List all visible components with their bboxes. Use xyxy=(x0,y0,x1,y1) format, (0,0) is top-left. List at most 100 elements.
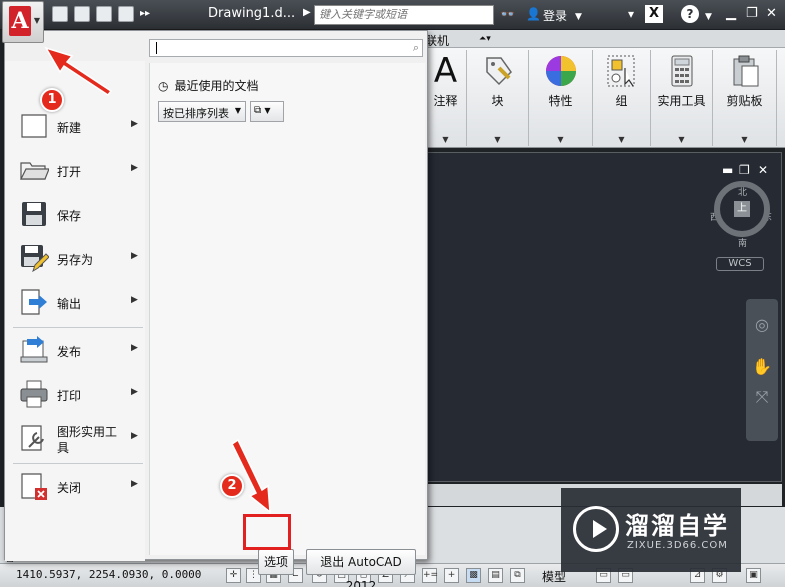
options-button[interactable]: 选项 xyxy=(258,549,294,575)
viewcube-top-face[interactable]: 上 xyxy=(734,201,750,217)
menu-item-new[interactable]: 新建 ▶ xyxy=(5,105,145,149)
new-file-icon xyxy=(21,114,47,138)
menu-item-label: 另存为 xyxy=(57,253,94,267)
save-disk-icon xyxy=(22,202,46,226)
ribbon: A 注释 ▼ 块 ▼ 特性 ▼ 组 ▼ 实用工具 ▼ 剪贴板 ▼ xyxy=(425,48,785,148)
transparency-icon[interactable]: ▩ xyxy=(466,568,481,583)
chevron-down-icon[interactable]: ▼ xyxy=(467,135,528,144)
watermark-title: 溜溜自学 xyxy=(625,512,729,540)
search-icon[interactable]: ⌕ xyxy=(413,41,419,55)
panel-block[interactable]: 块 ▼ xyxy=(467,50,529,146)
text-cursor xyxy=(156,42,157,54)
dynamic-input-icon[interactable]: += xyxy=(422,568,438,583)
options-highlight-box xyxy=(243,514,291,550)
search-input[interactable] xyxy=(314,5,494,25)
panel-annotate[interactable]: A 注释 ▼ xyxy=(425,50,467,146)
submenu-arrow-icon: ▶ xyxy=(131,431,138,441)
exit-autocad-button[interactable]: 退出 AutoCAD 2012 xyxy=(306,549,416,587)
steering-wheel-icon[interactable]: ◎ xyxy=(752,315,772,335)
publish-icon xyxy=(20,336,48,363)
menu-item-label: 打开 xyxy=(57,165,82,179)
display-mode-select[interactable]: ⧉ ▼ xyxy=(250,101,284,122)
quick-properties-icon[interactable]: ▤ xyxy=(488,568,503,583)
selection-cycling-icon[interactable]: ⧉ xyxy=(510,568,525,583)
infer-constraints-icon[interactable]: ✛ xyxy=(226,568,241,583)
watermark-subtitle: ZIXUE.3D66.COM xyxy=(627,540,728,551)
pan-hand-icon[interactable]: ✋ xyxy=(752,357,772,377)
group-select-icon xyxy=(607,55,634,87)
chevron-down-icon[interactable]: ▼ xyxy=(575,10,582,24)
minimize-icon[interactable]: ▁ xyxy=(726,6,736,21)
exchange-x-icon[interactable]: X xyxy=(645,5,663,23)
chevron-down-icon: ▼ xyxy=(234,106,241,115)
submenu-arrow-icon: ▶ xyxy=(131,295,138,305)
chevron-down-icon[interactable]: ▼ xyxy=(529,135,592,144)
calculator-icon xyxy=(671,55,692,87)
drawing-canvas[interactable]: ▬ ❐ ✕ 北 西 东 南 上 WCS ◎ ✋ ⤧ xyxy=(425,152,782,482)
menu-item-save[interactable]: 保存 xyxy=(5,193,145,237)
chevron-down-icon[interactable]: ▼ xyxy=(713,135,776,144)
viewcube-south[interactable]: 南 xyxy=(738,236,747,249)
user-icon[interactable]: 👤 xyxy=(526,7,541,21)
zoom-icon[interactable]: ⤧ xyxy=(752,387,772,407)
recent-documents-title: 最近使用的文档 xyxy=(174,79,259,93)
menu-item-open[interactable]: 打开 ▶ xyxy=(5,149,145,193)
menu-item-drawing-utilities[interactable]: 图形实用工具 ▶ xyxy=(5,417,145,461)
login-link[interactable]: 登录 xyxy=(543,7,567,24)
title-bar: ▸▸ Drawing1.d... ▶ 👓 👤 登录 ▼ ▾ X ? ▼ ▁ ❐ … xyxy=(0,0,785,30)
viewport-restore-icon[interactable]: ❐ xyxy=(739,163,750,177)
viewport-minimize-icon[interactable]: ▬ xyxy=(722,163,733,177)
lock-icon[interactable]: ▣ xyxy=(746,568,761,583)
menu-item-save-as[interactable]: 另存为 ▶ xyxy=(5,237,145,281)
icons-view-icon: ⧉ xyxy=(254,105,262,116)
viewcube[interactable]: 上 xyxy=(714,181,770,237)
more-icon[interactable]: ▸▸ xyxy=(140,6,150,22)
ribbon-minimize-icon[interactable]: ⏶▾ xyxy=(479,34,491,44)
help-dropdown-icon[interactable]: ▼ xyxy=(705,10,712,24)
save-icon[interactable] xyxy=(96,6,112,22)
export-icon xyxy=(21,289,47,315)
new-icon[interactable] xyxy=(52,6,68,22)
menu-item-close[interactable]: 关闭 ▶ xyxy=(5,465,145,509)
menu-item-label: 保存 xyxy=(57,209,82,223)
coordinate-readout[interactable]: 1410.5937, 2254.0930, 0.0000 xyxy=(16,568,201,581)
drawing-utilities-icon xyxy=(21,425,44,451)
panel-label: 特性 xyxy=(548,94,573,108)
tab-online[interactable]: 联机 xyxy=(425,32,449,49)
close-icon[interactable]: ✕ xyxy=(766,6,777,21)
menu-item-export[interactable]: 输出 ▶ xyxy=(5,281,145,325)
open-icon[interactable] xyxy=(74,6,90,22)
sort-order-select[interactable]: 按已排序列表 ▼ xyxy=(158,101,246,122)
panel-utilities[interactable]: 实用工具 ▼ xyxy=(651,50,713,146)
menu-separator xyxy=(13,463,143,464)
help-icon[interactable]: ? xyxy=(681,5,699,23)
panel-group[interactable]: 组 ▼ xyxy=(593,50,651,146)
menu-item-print[interactable]: 打印 ▶ xyxy=(5,373,145,417)
chevron-down-icon: ▼ xyxy=(33,16,40,25)
chevron-down-icon[interactable]: ▼ xyxy=(425,135,466,144)
title-arrow-icon[interactable]: ▶ xyxy=(303,7,311,18)
printer-icon xyxy=(20,380,48,408)
panel-label: 块 xyxy=(491,94,504,108)
exchange-icon[interactable]: ▾ xyxy=(628,7,634,21)
panel-clipboard[interactable]: 剪贴板 ▼ xyxy=(713,50,777,146)
clipboard-icon xyxy=(733,55,758,87)
chevron-down-icon[interactable]: ▼ xyxy=(593,135,650,144)
save-as-icon[interactable] xyxy=(118,6,134,22)
close-file-icon xyxy=(21,473,47,500)
application-menu-button[interactable]: A ▼ xyxy=(2,1,44,43)
wcs-menu[interactable]: WCS xyxy=(716,257,764,271)
application-menu: ⌕ ◷ ▭ 新建 ▶ 打开 ▶ 保存 xyxy=(4,30,428,587)
lineweight-icon[interactable]: + xyxy=(444,568,459,583)
chevron-down-icon: ▼ xyxy=(264,106,271,115)
chevron-down-icon[interactable]: ▼ xyxy=(651,135,712,144)
menu-search-input[interactable]: ⌕ xyxy=(149,39,423,57)
color-wheel-icon xyxy=(545,56,576,86)
binoculars-icon[interactable]: 👓 xyxy=(500,7,515,21)
panel-properties[interactable]: 特性 ▼ xyxy=(529,50,593,146)
menu-item-publish[interactable]: 发布 ▶ xyxy=(5,329,145,373)
restore-icon[interactable]: ❐ xyxy=(746,6,758,21)
autocad-logo-icon: A xyxy=(9,6,31,36)
viewport-close-icon[interactable]: ✕ xyxy=(758,163,768,177)
panel-label: 组 xyxy=(615,94,628,108)
